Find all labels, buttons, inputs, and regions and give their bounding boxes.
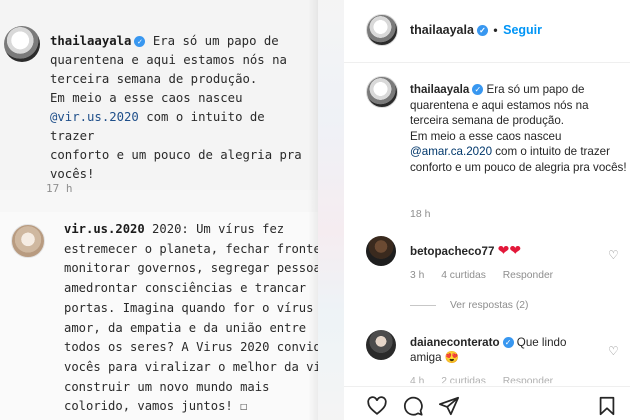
left-caption-line-1: Era só um papo de [145,34,279,48]
comment-1-meta: 3 h 4 curtidas Responder [410,270,567,281]
left-caption-username[interactable]: thailaayala [50,34,131,48]
header-username[interactable]: thailaayala [410,23,474,37]
left-comment-line: amor, da empatia e da união entre [64,320,307,335]
verified-badge-icon: ✓ [502,337,514,349]
comment-1: betopacheco77 ❤❤ [410,242,521,259]
verified-badge-icon: ✓ [472,84,484,96]
left-comment-avatar[interactable] [11,224,45,258]
verified-badge-icon: ✓ [476,25,488,37]
header-divider [344,62,630,63]
panel-divider-shadow [308,0,318,420]
left-caption-line-4: Em meio a esse caos nasceu [50,91,243,105]
comment-1-username[interactable]: betopacheco77 [410,245,494,258]
heart-outline-icon[interactable] [366,395,388,417]
left-caption-text: thailaayala ✓ Era só um papo de quarenten… [50,32,312,184]
replies-line [410,304,436,306]
comment-1-likes[interactable]: 4 curtidas [441,270,486,281]
verified-badge-icon: ✓ [134,36,146,47]
left-comment-line: portas. Imagina quando for o vírus do [64,300,318,315]
action-bar [344,386,630,420]
left-comment-username[interactable]: vir.us.2020 [64,222,145,236]
left-caption-time: 17 h [46,182,73,195]
comment-1-avatar[interactable] [366,236,396,266]
post-time: 18 h [410,208,431,220]
comment-icon[interactable] [402,395,424,417]
comment-1-like-icon[interactable]: ♡ [608,248,619,262]
left-caption-avatar[interactable] [4,26,40,62]
header-avatar[interactable] [366,14,398,46]
left-caption-mention[interactable]: @vir.us.2020 [50,110,139,124]
comment-2-like-icon[interactable]: ♡ [608,344,619,358]
post-header: thailaayala ✓ • Seguir [344,14,630,54]
left-caption-line-3: terceira semana de produção. [50,72,258,86]
comment-2: daianeconterato ✓ Que lindo amiga 😍 [410,335,600,365]
left-comment-line: todos os seres? A Virus 2020 convid [64,340,318,355]
left-caption-block: thailaayala ✓ Era só um papo de quarenten… [0,0,318,195]
header-user-line: thailaayala ✓ • Seguir [410,23,542,37]
comment-1-hearts: ❤❤ [497,242,522,258]
background-image-strip [318,0,344,420]
post-caption-username[interactable]: thailaayala [410,83,469,96]
left-comment-text: vir.us.2020 2020: Um vírus fez estremece… [64,220,318,417]
left-comment-line: estremecer o planeta, fechar fronteir [64,241,318,256]
post-caption-avatar[interactable] [366,76,398,108]
left-comment-line: vocês para viralizar o melhor da vida [64,359,318,374]
left-panel: thailaayala ✓ Era só um papo de quarenten… [0,0,318,420]
comment-2-avatar[interactable] [366,330,396,360]
post-caption-text-2: Em meio a esse caos nasceu [410,129,562,143]
left-comment-line: colorido, vamos juntos! ☐ [64,399,248,414]
left-comment-line: construir um novo mundo mais [64,379,270,394]
bookmark-icon[interactable] [596,395,618,417]
header-separator: • [493,23,498,37]
left-caption-line-7: vocês! [50,167,95,181]
post-caption: thailaayala ✓ Era só um papo de quarenten… [410,82,628,175]
post-caption-mention[interactable]: @amar.ca.2020 [410,145,492,158]
left-caption-line-6: conforto e um pouco de alegria pra [50,148,302,162]
right-panel: thailaayala ✓ • Seguir thailaayala ✓ Era s… [318,0,630,420]
left-comment-block: vir.us.2020 2020: Um vírus fez estremece… [0,212,318,420]
view-replies-label[interactable]: Ver respostas (2) [450,300,528,311]
view-replies-link[interactable]: Ver respostas (2) [410,300,528,311]
comment-1-reply-button[interactable]: Responder [503,270,553,281]
comment-1-time: 3 h [410,270,425,281]
comment-2-username[interactable]: daianeconterato [410,336,500,349]
left-comment-line: amedrontar consciências e trancar [64,281,307,296]
left-comment-line: monitorar governos, segregar pessoa [64,261,318,276]
left-comment-line-1: 2020: Um vírus fez [144,222,285,236]
follow-button[interactable]: Seguir [503,23,542,37]
share-icon[interactable] [438,395,460,417]
left-caption-line-2: quarentena e aqui estamos nós na [50,53,287,67]
